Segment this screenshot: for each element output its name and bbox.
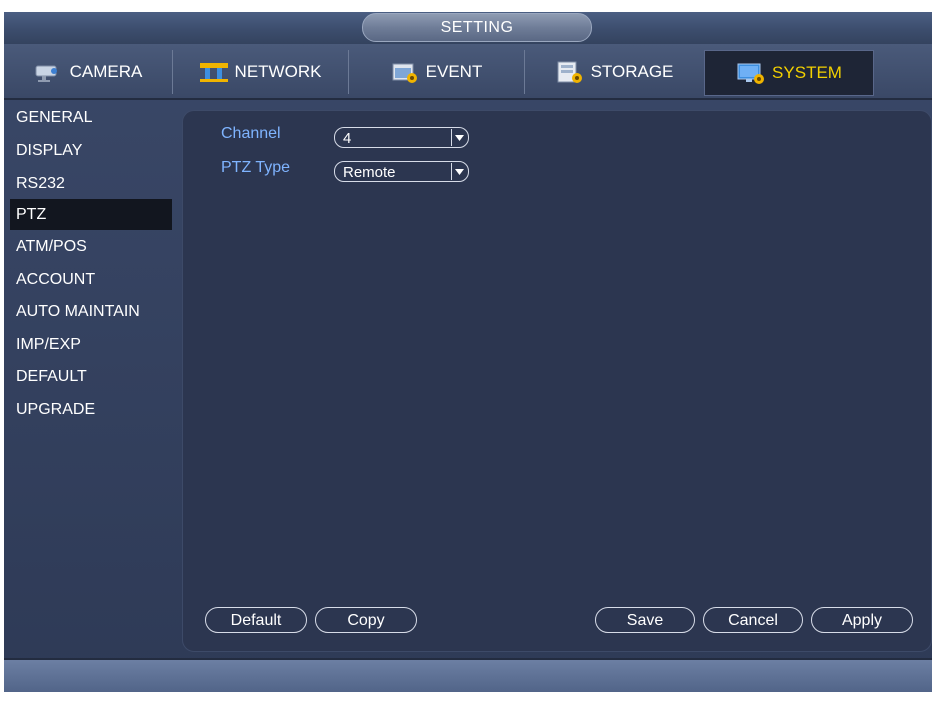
tab-system-label: SYSTEM bbox=[772, 63, 842, 82]
caption-band bbox=[0, 0, 936, 12]
tab-event-label: EVENT bbox=[425, 62, 483, 81]
sidebar-item-imp-exp[interactable]: IMP/EXP bbox=[10, 329, 172, 360]
sidebar-item-account[interactable]: ACCOUNT bbox=[10, 264, 172, 295]
chevron-down-icon bbox=[451, 163, 467, 180]
system-icon bbox=[736, 61, 766, 85]
event-icon bbox=[390, 60, 420, 84]
copy-button[interactable]: Copy bbox=[315, 607, 417, 633]
apply-button[interactable]: Apply bbox=[811, 607, 913, 633]
channel-label: Channel bbox=[221, 125, 281, 142]
sidebar-item-rs232[interactable]: RS232 bbox=[10, 168, 172, 199]
channel-select[interactable]: 4 bbox=[334, 127, 469, 148]
window-title: SETTING bbox=[362, 13, 592, 42]
sidebar: GENERAL DISPLAY RS232 PTZ ATM/POS ACCOUN… bbox=[4, 100, 184, 660]
sidebar-item-upgrade[interactable]: UPGRADE bbox=[10, 394, 172, 425]
tab-camera[interactable]: CAMERA bbox=[4, 50, 173, 94]
cancel-button[interactable]: Cancel bbox=[703, 607, 803, 633]
tab-event[interactable]: EVENT bbox=[348, 50, 525, 94]
storage-icon bbox=[555, 60, 585, 84]
chevron-down-icon bbox=[451, 129, 467, 146]
bottom-status-bar bbox=[4, 658, 932, 692]
channel-select-value: 4 bbox=[343, 130, 352, 147]
ptz-type-label: PTZ Type bbox=[221, 159, 291, 176]
tab-system[interactable]: SYSTEM bbox=[704, 50, 874, 96]
tab-storage[interactable]: STORAGE bbox=[524, 50, 705, 94]
camera-icon bbox=[34, 60, 64, 84]
tab-network-label: NETWORK bbox=[234, 62, 322, 81]
tab-network[interactable]: NETWORK bbox=[172, 50, 349, 94]
ptz-type-select[interactable]: Remote bbox=[334, 161, 469, 182]
settings-window: SETTING CAMERA NETWORK EVENT STORAGE SYS… bbox=[4, 12, 932, 692]
tab-storage-label: STORAGE bbox=[590, 62, 674, 81]
ptz-settings-panel: Channel 4 PTZ Type Remote Default Copy S… bbox=[182, 110, 932, 652]
sidebar-item-default[interactable]: DEFAULT bbox=[10, 361, 172, 392]
main-tabs: CAMERA NETWORK EVENT STORAGE SYSTEM bbox=[4, 44, 932, 100]
sidebar-item-atm-pos[interactable]: ATM/POS bbox=[10, 231, 172, 262]
sidebar-item-display[interactable]: DISPLAY bbox=[10, 135, 172, 166]
title-bar: SETTING bbox=[4, 12, 932, 44]
ptz-type-select-value: Remote bbox=[343, 164, 396, 181]
default-button[interactable]: Default bbox=[205, 607, 307, 633]
sidebar-item-auto-maintain[interactable]: AUTO MAINTAIN bbox=[10, 296, 172, 327]
screen: SETTING CAMERA NETWORK EVENT STORAGE SYS… bbox=[0, 0, 936, 703]
tab-camera-label: CAMERA bbox=[69, 62, 143, 81]
save-button[interactable]: Save bbox=[595, 607, 695, 633]
sidebar-item-ptz[interactable]: PTZ bbox=[10, 199, 172, 230]
sidebar-item-general[interactable]: GENERAL bbox=[10, 102, 172, 133]
network-icon bbox=[199, 60, 229, 84]
